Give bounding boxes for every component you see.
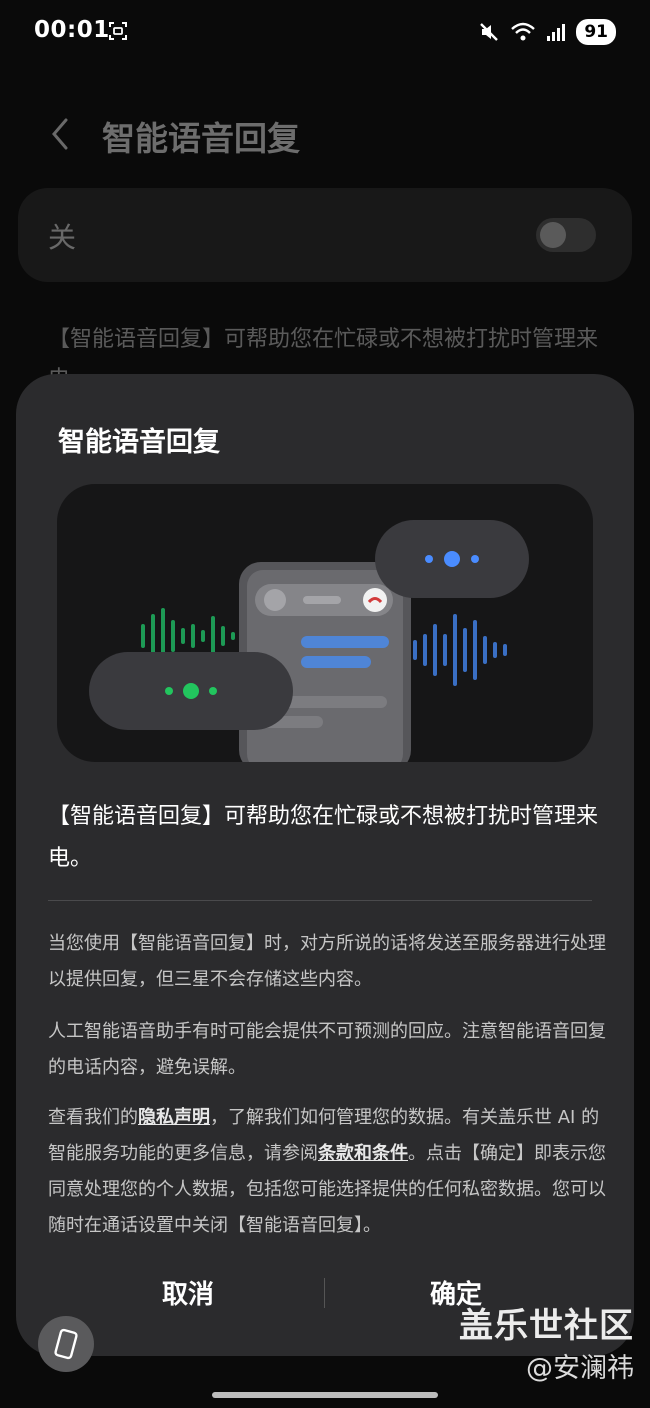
privacy-paragraph: 查看我们的隐私声明，了解我们如何管理您的数据。有关盖乐世 AI 的智能服务功能的… (48, 1100, 608, 1244)
toggle-label: 关 (48, 221, 77, 254)
signal-icon (547, 24, 566, 41)
wifi-icon (511, 22, 536, 41)
ai-disclaimer: 人工智能语音助手有时可能会提供不可预测的回应。注意智能语音回复的电话内容，避免误… (48, 1021, 606, 1078)
page-title: 智能语音回复 (102, 119, 300, 158)
back-icon[interactable] (46, 114, 74, 154)
status-bar: 00:01 91 (0, 0, 650, 64)
action-separator (324, 1278, 325, 1308)
master-toggle-card[interactable]: 关 (18, 188, 632, 282)
page-header: 智能语音回复 (0, 104, 650, 164)
toggle-knob (540, 222, 566, 248)
mute-icon (480, 23, 499, 41)
watermark-author: @安澜祎 (526, 1353, 634, 1384)
status-time: 00:01 (34, 17, 110, 43)
divider (48, 900, 592, 901)
battery-indicator: 91 (576, 19, 616, 45)
master-toggle-switch[interactable] (536, 218, 596, 252)
status-right: 91 (478, 18, 616, 46)
screenshot-icon (109, 22, 127, 40)
screen: 00:01 91 智能语音回复 关 【智能语音回复】可帮助您在忙碌或不想被打扰时… (0, 0, 650, 1408)
voice-reply-illustration (57, 484, 593, 762)
rotate-phone-icon (54, 1328, 78, 1360)
gesture-nav-bar[interactable] (212, 1392, 438, 1398)
privacy-notice-link[interactable]: 隐私声明 (138, 1107, 210, 1128)
rotate-screen-button[interactable] (38, 1316, 94, 1372)
terms-link[interactable]: 条款和条件 (318, 1143, 408, 1164)
dialog-title: 智能语音回复 (58, 427, 220, 458)
watermark-main: 盖乐世社区 (459, 1306, 634, 1346)
cancel-button[interactable]: 取消 (162, 1274, 214, 1311)
privacy-text-1: 查看我们的 (48, 1107, 138, 1128)
consent-dialog: 智能语音回复 【智能语音回复】可帮助您在忙碌或不想被打扰时管理来电。 当您使用【… (16, 374, 634, 1356)
data-processing-notice: 当您使用【智能语音回复】时，对方所说的话将发送至服务器进行处理以提供回复，但三星… (48, 933, 606, 990)
dialog-main-text: 【智能语音回复】可帮助您在忙碌或不想被打扰时管理来电。 (48, 804, 599, 871)
